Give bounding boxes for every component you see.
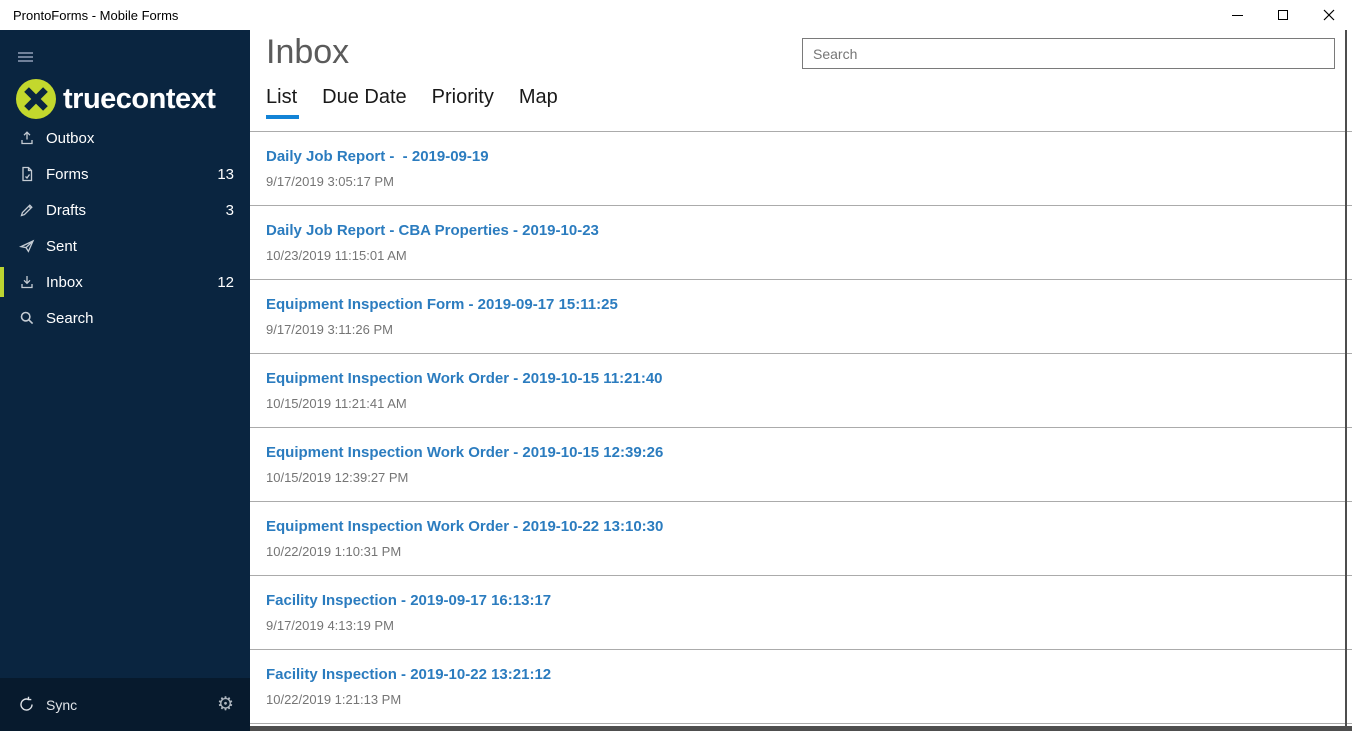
form-timestamp: 10/15/2019 11:21:41 AM bbox=[266, 396, 407, 411]
search-input[interactable] bbox=[802, 38, 1335, 69]
inbox-list-item[interactable]: Equipment Inspection Work Order - 2019-1… bbox=[250, 428, 1352, 502]
inbox-list-item[interactable]: Facility Inspection - 2019-09-17 16:13:1… bbox=[250, 576, 1352, 650]
upload-icon bbox=[18, 130, 35, 147]
gear-icon: ⚙ bbox=[216, 694, 234, 715]
truecontext-logo-icon bbox=[16, 79, 56, 119]
send-icon bbox=[18, 238, 35, 255]
form-title[interactable]: Equipment Inspection Work Order - 2019-1… bbox=[266, 518, 1352, 535]
form-title[interactable]: Equipment Inspection Form - 2019-09-17 1… bbox=[266, 296, 1352, 313]
form-timestamp: 10/23/2019 11:15:01 AM bbox=[266, 248, 407, 263]
sidebar-item-forms[interactable]: Forms 13 bbox=[0, 156, 250, 192]
sidebar-item-label: Search bbox=[46, 309, 94, 327]
main-panel: Inbox List Due Date Priority Map Daily J… bbox=[250, 30, 1352, 731]
window-controls bbox=[1214, 0, 1352, 30]
window-title: ProntoForms - Mobile Forms bbox=[13, 7, 179, 23]
maximize-button[interactable] bbox=[1260, 0, 1306, 30]
inbox-list-item[interactable]: Equipment Inspection Form - 2019-09-17 1… bbox=[250, 280, 1352, 354]
inbox-list: Daily Job Report - - 2019-09-19 9/17/201… bbox=[250, 131, 1352, 724]
inbox-header: Inbox List Due Date Priority Map bbox=[250, 30, 1352, 131]
hamburger-menu-icon[interactable] bbox=[18, 52, 33, 64]
minimize-icon bbox=[1231, 14, 1243, 16]
form-icon bbox=[18, 166, 35, 183]
download-icon bbox=[18, 274, 35, 291]
form-timestamp: 10/15/2019 12:39:27 PM bbox=[266, 470, 409, 485]
sidebar-item-outbox[interactable]: Outbox bbox=[0, 120, 250, 156]
search-icon bbox=[18, 310, 35, 327]
minimize-button[interactable] bbox=[1214, 0, 1260, 30]
inbox-list-item[interactable]: Daily Job Report - CBA Properties - 2019… bbox=[250, 206, 1352, 280]
pencil-icon bbox=[18, 202, 35, 219]
form-timestamp: 9/17/2019 4:13:19 PM bbox=[266, 618, 394, 633]
window-titlebar: ProntoForms - Mobile Forms bbox=[0, 0, 1352, 30]
page-title: Inbox bbox=[266, 33, 350, 71]
settings-button[interactable]: ⚙ bbox=[217, 695, 234, 714]
maximize-icon bbox=[1278, 10, 1288, 20]
window-frame-bottom bbox=[250, 726, 1352, 731]
sidebar-item-drafts[interactable]: Drafts 3 bbox=[0, 192, 250, 228]
form-timestamp: 9/17/2019 3:05:17 PM bbox=[266, 174, 394, 189]
sync-button[interactable]: Sync bbox=[18, 696, 77, 713]
nav-badge: 12 bbox=[217, 273, 234, 291]
nav-badge: 3 bbox=[225, 201, 234, 219]
sidebar-item-search[interactable]: Search bbox=[0, 300, 250, 336]
sidebar-item-label: Outbox bbox=[46, 129, 95, 147]
sync-label: Sync bbox=[46, 696, 78, 713]
form-title[interactable]: Facility Inspection - 2019-09-17 16:13:1… bbox=[266, 592, 1352, 609]
form-title[interactable]: Equipment Inspection Work Order - 2019-1… bbox=[266, 370, 1352, 387]
form-title[interactable]: Daily Job Report - CBA Properties - 2019… bbox=[266, 222, 1352, 239]
inbox-list-item[interactable]: Equipment Inspection Work Order - 2019-1… bbox=[250, 502, 1352, 576]
form-title[interactable]: Daily Job Report - - 2019-09-19 bbox=[266, 148, 1352, 165]
inbox-list-item[interactable]: Facility Inspection - 2019-10-22 13:21:1… bbox=[250, 650, 1352, 724]
sidebar-nav: Outbox Forms 13 Drafts 3 Sent Inbox 12 S… bbox=[0, 120, 250, 336]
sidebar-item-inbox[interactable]: Inbox 12 bbox=[0, 264, 250, 300]
inbox-list-item[interactable]: Daily Job Report - - 2019-09-19 9/17/201… bbox=[250, 132, 1352, 206]
sidebar-item-sent[interactable]: Sent bbox=[0, 228, 250, 264]
close-button[interactable] bbox=[1306, 0, 1352, 30]
form-title[interactable]: Facility Inspection - 2019-10-22 13:21:1… bbox=[266, 666, 1352, 683]
close-icon bbox=[1323, 9, 1335, 21]
window-frame-right bbox=[1345, 30, 1347, 731]
sidebar-item-label: Forms bbox=[46, 165, 89, 183]
sidebar-footer: Sync ⚙ bbox=[0, 678, 250, 731]
form-timestamp: 10/22/2019 1:10:31 PM bbox=[266, 544, 402, 559]
tab-list[interactable]: List bbox=[266, 85, 300, 119]
truecontext-logo-text: truecontext bbox=[63, 82, 216, 115]
form-title[interactable]: Equipment Inspection Work Order - 2019-1… bbox=[266, 444, 1352, 461]
truecontext-logo: truecontext bbox=[16, 78, 250, 120]
sidebar-item-label: Inbox bbox=[46, 273, 83, 291]
sync-icon bbox=[20, 696, 33, 711]
tab-due-date[interactable]: Due Date bbox=[322, 85, 407, 119]
view-tabs: List Due Date Priority Map bbox=[266, 85, 558, 119]
sidebar-item-label: Drafts bbox=[46, 201, 87, 219]
sidebar-item-label: Sent bbox=[46, 237, 77, 255]
tab-priority[interactable]: Priority bbox=[432, 85, 494, 119]
nav-badge: 13 bbox=[217, 165, 234, 183]
sidebar: truecontext Outbox Forms 13 Drafts 3 Sen… bbox=[0, 30, 250, 731]
form-timestamp: 10/22/2019 1:21:13 PM bbox=[266, 692, 402, 707]
tab-map[interactable]: Map bbox=[519, 85, 558, 119]
inbox-list-item[interactable]: Equipment Inspection Work Order - 2019-1… bbox=[250, 354, 1352, 428]
form-timestamp: 9/17/2019 3:11:26 PM bbox=[266, 322, 393, 337]
